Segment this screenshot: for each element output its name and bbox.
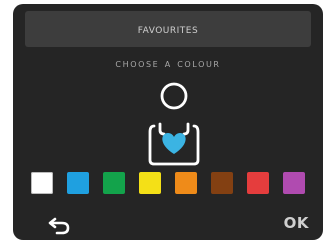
colour-swatch-brown[interactable] (211, 172, 233, 194)
colour-swatch-row (31, 172, 311, 198)
page-title: Favourites (137, 21, 199, 37)
colour-swatch-purple[interactable] (283, 172, 305, 194)
back-arrow-icon[interactable] (47, 215, 71, 235)
choose-colour-prompt: Choose a colour (115, 56, 221, 70)
ok-button[interactable]: OK (284, 214, 309, 232)
colour-swatch-red[interactable] (247, 172, 269, 194)
colour-swatch-yellow[interactable] (139, 172, 161, 194)
device-screen: Favourites Choose a colour OK (13, 4, 323, 240)
person-heart-icon (146, 80, 202, 166)
colour-swatch-blue[interactable] (67, 172, 89, 194)
colour-swatch-green[interactable] (103, 172, 125, 194)
colour-swatch-white[interactable] (31, 172, 53, 194)
colour-swatch-orange[interactable] (175, 172, 197, 194)
title-bar: Favourites (25, 11, 311, 47)
